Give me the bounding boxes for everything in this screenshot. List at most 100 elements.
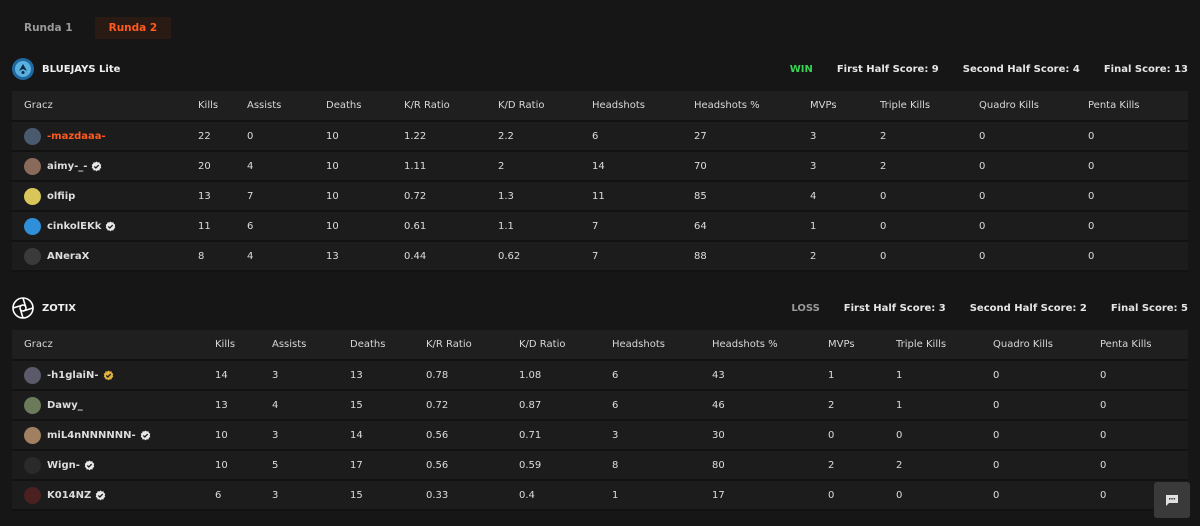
player-name[interactable]: cinkolEKk [47,221,101,232]
player-name[interactable]: miL4nNNNNNN- [47,430,136,441]
player-name[interactable]: K014NZ [47,490,91,501]
stat-cell: 1 [828,360,896,391]
column-header[interactable]: Quadro Kills [979,91,1088,122]
stat-cell: 1.1 [498,211,592,242]
stat-cell: 3 [272,360,350,391]
player-cell[interactable]: cinkolEKk [24,217,198,235]
stat-cell: 2 [880,151,979,182]
player-name[interactable]: Dawy_ [47,400,83,411]
stat-cell: 0 [979,181,1088,212]
match-result: WIN [789,63,813,75]
column-header[interactable]: Deaths [350,330,426,361]
stat-cell: 2 [828,390,896,421]
player-name[interactable]: -h1glaiN- [47,370,99,381]
stat-cell: 64 [694,211,810,242]
bluejays-logo-icon [12,58,34,80]
column-header[interactable]: Headshots [592,91,694,122]
table-header-row: Gracz Kills Assists Deaths K/R Ratio K/D Rati… [12,91,1188,122]
column-header[interactable]: Kills [215,330,272,361]
stat-cell: 46 [712,390,828,421]
column-header[interactable]: Penta Kills [1100,330,1188,361]
stat-cell: 0.59 [519,450,612,481]
column-header[interactable]: Headshots [612,330,712,361]
column-header[interactable]: Gracz [12,91,198,122]
team-name: ZOTIX [42,302,77,314]
player-name[interactable]: -mazdaaa- [47,131,106,142]
zotix-logo-icon [12,297,34,319]
stat-cell: 0.56 [426,450,519,481]
stat-cell: 0.72 [404,181,498,212]
column-header[interactable]: MVPs [828,330,896,361]
final-score: Final Score: 5 [1110,302,1188,314]
avatar[interactable] [24,486,41,504]
stat-cell: 20 [198,151,247,182]
column-header[interactable]: Headshots % [694,91,810,122]
table-row: -mazdaaa- 22 0 10 1.22 2.2 6 27 3 2 0 0 [12,121,1188,152]
player-cell[interactable]: Wign- [24,456,215,474]
player-cell[interactable]: -mazdaaa- [24,127,198,145]
tab-round-2[interactable]: Runda 2 [94,17,172,39]
player-name[interactable]: aimy-_- [47,161,87,172]
column-header[interactable]: Penta Kills [1088,91,1188,122]
avatar[interactable] [24,396,41,414]
stat-cell: 4 [247,241,326,272]
stat-cell: 80 [712,450,828,481]
stat-cell: 0 [1088,151,1188,182]
verified-badge-icon [140,429,150,440]
stat-cell: 2 [896,450,993,481]
column-header[interactable]: K/R Ratio [404,91,498,122]
stat-cell: 1 [896,360,993,391]
chat-button[interactable] [1154,482,1190,518]
stat-cell: 6 [592,121,694,152]
column-header[interactable]: Quadro Kills [993,330,1100,361]
player-cell[interactable]: miL4nNNNNNN- [24,426,215,444]
team-name: BLUEJAYS Lite [42,63,121,75]
stat-cell: 0 [993,360,1100,391]
player-name[interactable]: olfiip [47,191,75,202]
stat-cell: 0 [1100,360,1188,391]
player-cell[interactable]: K014NZ [24,486,215,504]
stat-cell: 1.22 [404,121,498,152]
tab-round-1[interactable]: Runda 1 [10,17,87,39]
avatar[interactable] [24,456,41,474]
stat-cell: 11 [592,181,694,212]
avatar[interactable] [24,247,41,265]
stat-cell: 0 [828,480,896,511]
player-name[interactable]: ANeraX [47,251,89,262]
column-header[interactable]: Kills [198,91,247,122]
column-header[interactable]: Assists [247,91,326,122]
stat-cell: 13 [215,390,272,421]
stat-cell: 3 [810,151,880,182]
column-header[interactable]: K/D Ratio [519,330,612,361]
stat-cell: 14 [350,420,426,451]
player-cell[interactable]: olfiip [24,187,198,205]
stat-cell: 0 [1088,181,1188,212]
column-header[interactable]: Gracz [12,330,215,361]
stat-cell: 0 [1088,241,1188,272]
player-cell[interactable]: Dawy_ [24,396,215,414]
column-header[interactable]: MVPs [810,91,880,122]
column-header[interactable]: Assists [272,330,350,361]
stat-cell: 0 [993,450,1100,481]
column-header[interactable]: K/D Ratio [498,91,592,122]
avatar[interactable] [24,366,41,384]
player-cell[interactable]: -h1glaiN- [24,366,215,384]
column-header[interactable]: K/R Ratio [426,330,519,361]
column-header[interactable]: Triple Kills [880,91,979,122]
avatar[interactable] [24,157,41,175]
player-cell[interactable]: aimy-_- [24,157,198,175]
table-header-row: Gracz Kills Assists Deaths K/R Ratio K/D Rati… [12,330,1188,361]
avatar[interactable] [24,217,41,235]
avatar[interactable] [24,426,41,444]
column-header[interactable]: Triple Kills [896,330,993,361]
stat-cell: 0.87 [519,390,612,421]
player-cell[interactable]: ANeraX [24,247,198,265]
avatar[interactable] [24,187,41,205]
stat-cell: 10 [326,151,404,182]
player-name[interactable]: Wign- [47,460,80,471]
stat-cell: 14 [215,360,272,391]
column-header[interactable]: Deaths [326,91,404,122]
avatar[interactable] [24,127,41,145]
verified-badge-icon [92,160,102,171]
column-header[interactable]: Headshots % [712,330,828,361]
